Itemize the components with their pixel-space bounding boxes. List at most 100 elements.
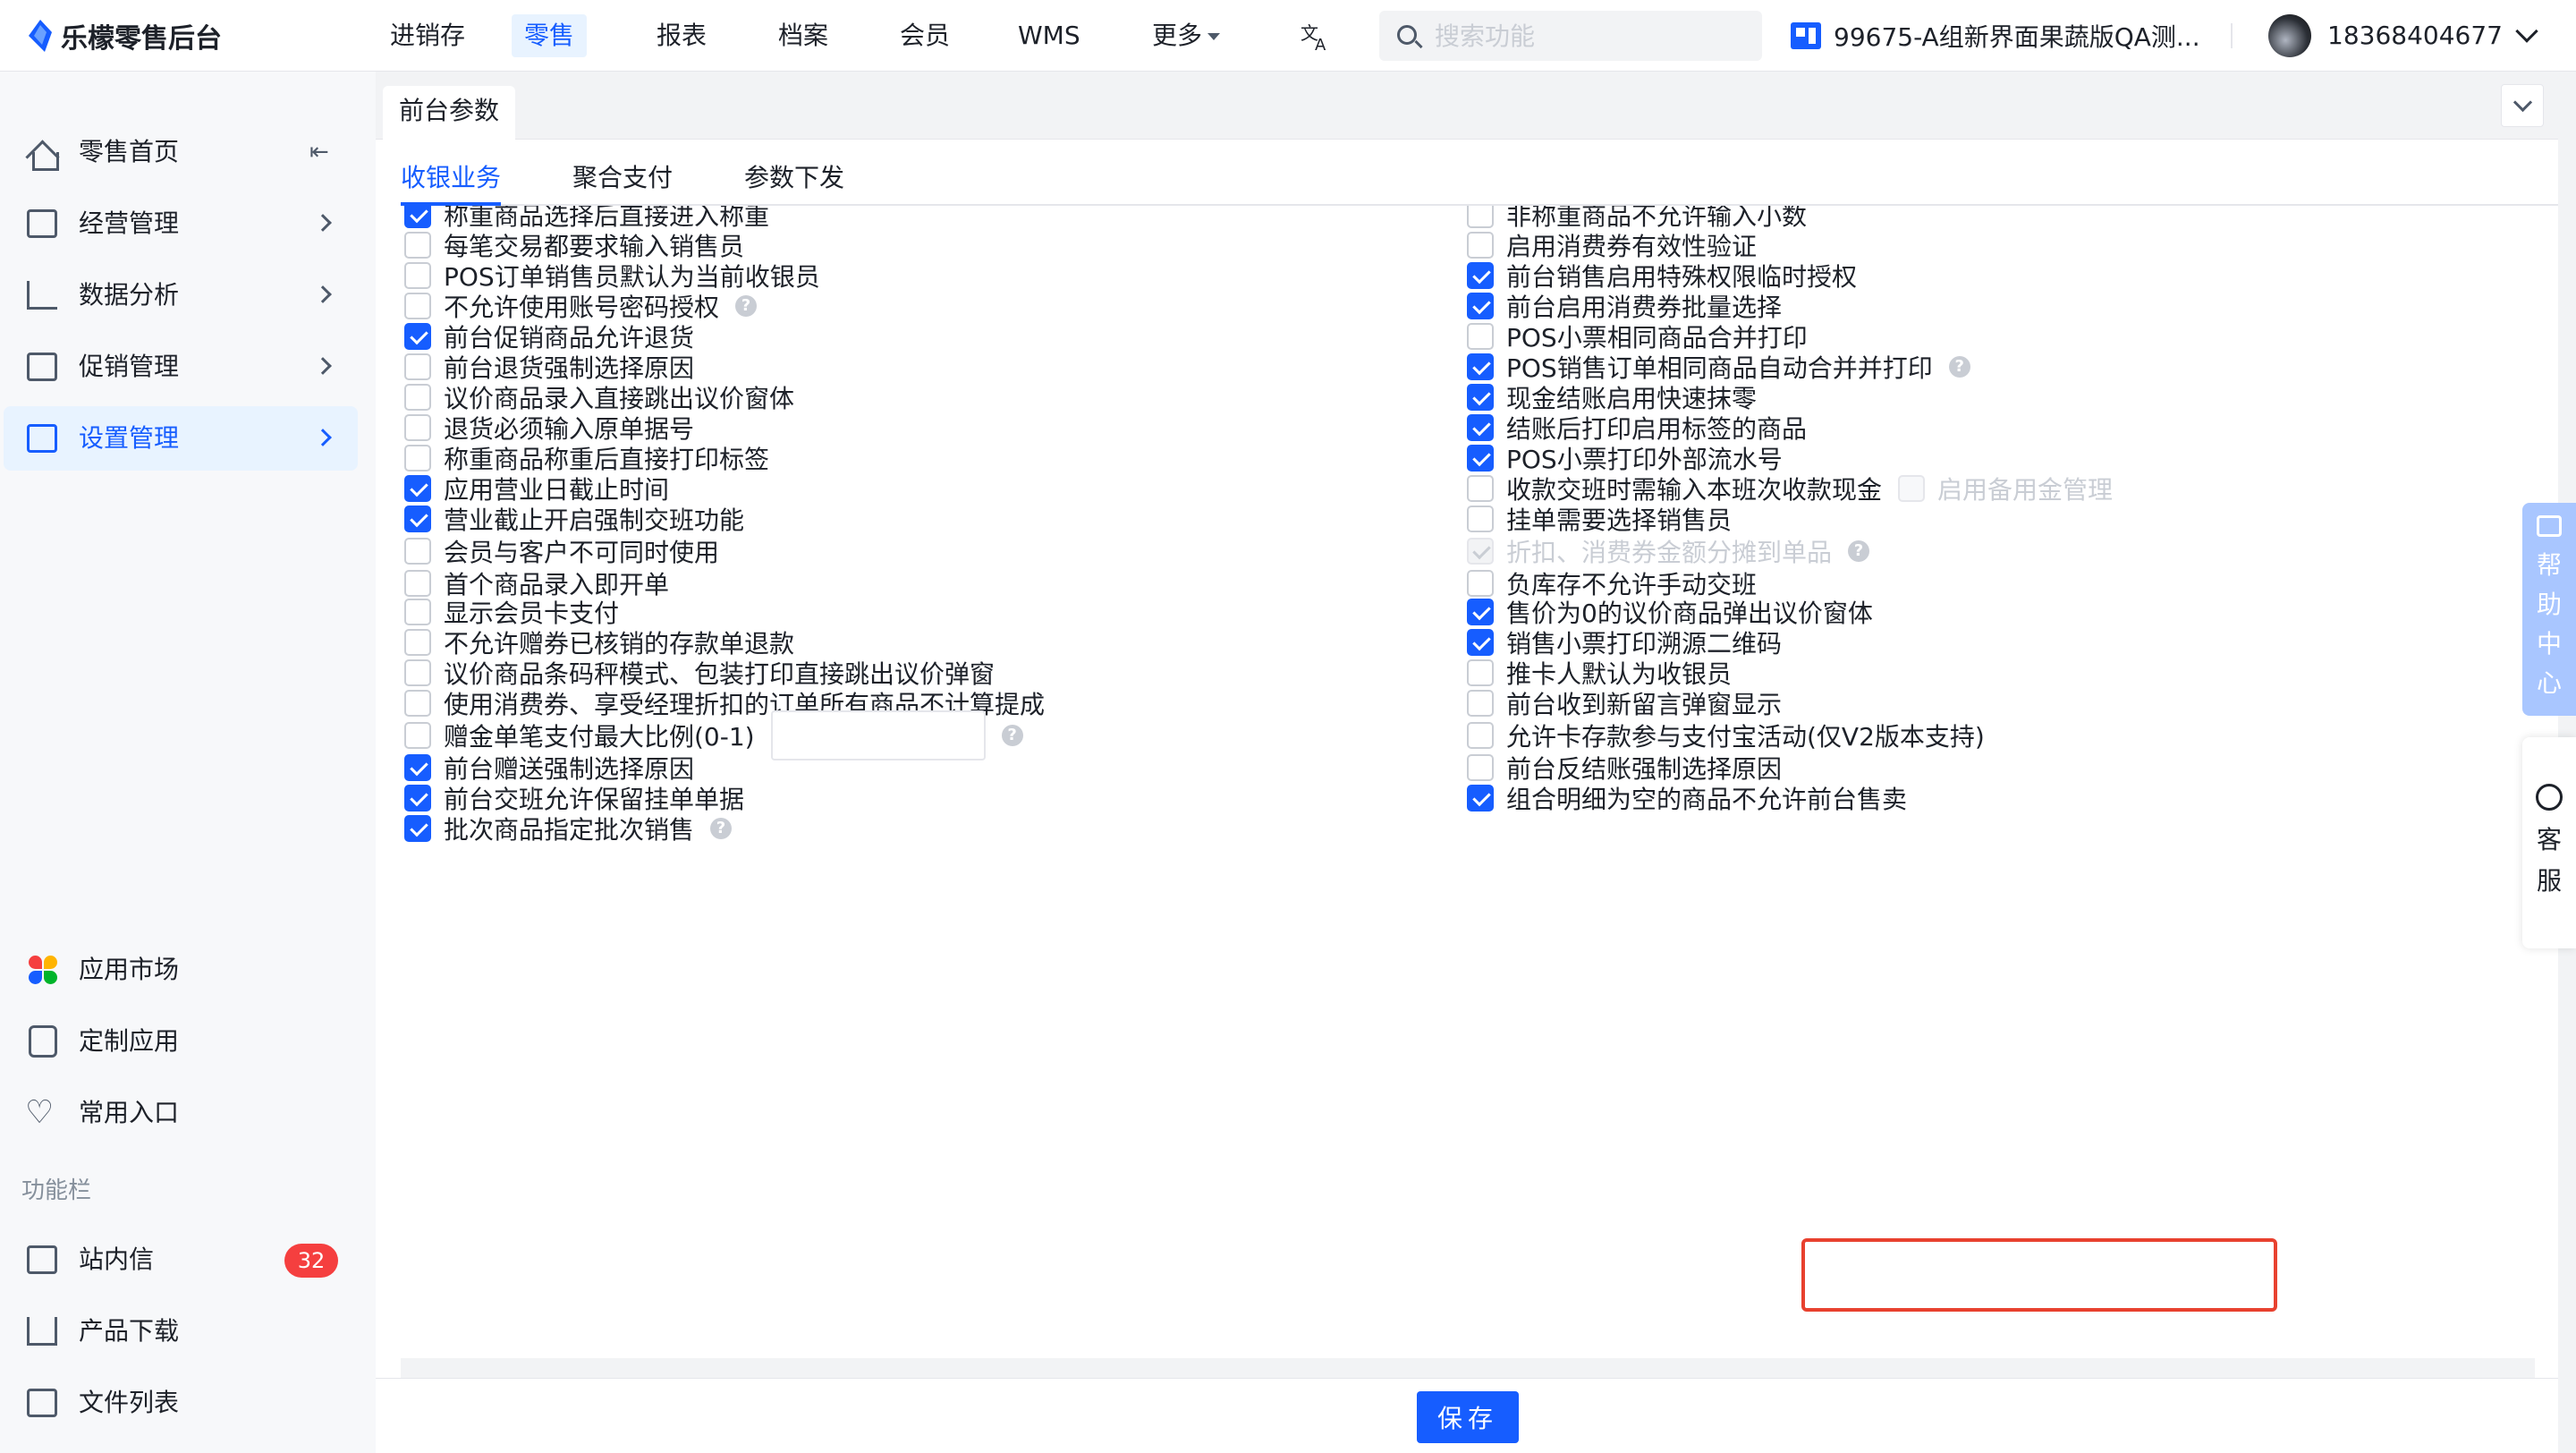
save-button[interactable]: 保存 [1417,1391,1519,1443]
sidebar-item-promotion[interactable]: 促销管理 [4,335,358,399]
nav-item-member[interactable]: 会员 [887,14,962,57]
option-row[interactable]: 批次商品指定批次销售? [404,811,733,846]
nav-item-retail[interactable]: 零售 [512,14,588,57]
option-row[interactable]: 赠金单笔支付最大比例(0-1)? [404,710,1023,760]
option-row[interactable]: 会员与客户不可同时使用 [404,533,719,569]
checkbox-checked[interactable] [1467,785,1494,811]
checkbox-unchecked[interactable] [404,659,431,686]
checkbox-unchecked[interactable] [1467,323,1494,350]
checkbox-checked[interactable] [404,506,431,532]
checkbox-checked[interactable] [1467,384,1494,411]
sidebar-item-operations[interactable]: 经营管理 [4,191,358,256]
checkbox-checked[interactable] [404,323,431,350]
checkbox-unchecked[interactable] [404,570,431,597]
checkbox-unchecked[interactable] [404,262,431,289]
checkbox-checked[interactable] [1467,353,1494,380]
checkbox-unchecked[interactable] [404,414,431,441]
help-center-button[interactable]: 帮助中心 [2522,503,2576,716]
collapse-sidebar-icon[interactable]: ⇤ [309,140,336,164]
checkbox-checked[interactable] [1467,293,1494,319]
page-tab-frontend-params[interactable]: 前台参数 [383,86,516,140]
help-icon[interactable]: ? [735,295,758,317]
option-row[interactable]: 折扣、消费券金额分摊到单品? [1467,533,1870,569]
sidebar-item-downloads[interactable]: 产品下载 [4,1299,358,1364]
option-row[interactable]: 组合明细为空的商品不允许前台售卖 [1467,780,1907,816]
logo-text: 乐檬零售后台 [61,23,222,55]
help-icon[interactable]: ? [710,818,733,839]
option-extra[interactable]: 启用备用金管理 [1898,471,2113,506]
user-phone[interactable]: 18368404677 [2327,18,2503,54]
chevron-right-icon [314,357,332,375]
sidebar-item-analytics[interactable]: 数据分析 [4,263,358,327]
chevron-down-icon[interactable] [2515,20,2538,43]
checkbox-unchecked[interactable] [404,384,431,411]
nav-item-more[interactable]: 更多 [1140,14,1233,57]
tab-param-dispatch[interactable]: 参数下发 [744,157,844,206]
avatar[interactable] [2268,14,2311,57]
checkbox-checked[interactable] [1467,262,1494,289]
checkbox-checked[interactable] [1467,629,1494,656]
sidebar-item-messages[interactable]: 站内信 32 [4,1228,358,1292]
store-selector[interactable]: 99675-A组新界面果蔬版QA测... [1791,18,2200,54]
checkbox-checked[interactable] [404,206,431,228]
checkbox-checked[interactable] [1467,445,1494,472]
nav-item-archive[interactable]: 档案 [766,14,841,57]
home-icon [27,136,59,171]
nav-item-reports[interactable]: 报表 [644,14,719,57]
tab-dropdown-icon[interactable] [2501,84,2544,127]
checkbox-unchecked[interactable] [1467,232,1494,259]
sidebar-item-app-market[interactable]: 应用市场 [4,938,358,1002]
checkbox-unchecked[interactable] [1467,690,1494,717]
help-icon[interactable]: ? [1948,356,1970,378]
tab-aggregate-payment[interactable]: 聚合支付 [572,157,673,206]
checkbox-unchecked[interactable] [1467,570,1494,597]
checkbox-unchecked[interactable] [1467,659,1494,686]
sub-tabs: 收银业务 聚合支付 参数下发 [401,157,2558,206]
option-row[interactable]: 营业截止开启强制交班功能 [404,501,744,537]
sidebar-item-files[interactable]: 文件列表 [4,1371,358,1435]
checkbox-unchecked[interactable] [404,353,431,380]
sidebar-item-favorites[interactable]: ♡ 常用入口 [4,1081,358,1145]
option-row[interactable]: 允许卡存款参与支付宝活动(仅V2版本支持) [1467,718,1985,753]
checkbox-unchecked[interactable] [404,690,431,717]
nav-item-wms[interactable]: WMS [1005,14,1093,57]
checkbox-unchecked[interactable] [1467,506,1494,532]
search-input[interactable] [1435,18,1748,54]
checkbox-unchecked[interactable] [404,722,431,749]
option-row[interactable]: 前台收到新留言弹窗显示 [1467,685,1782,721]
translate-icon[interactable]: 文A [1299,18,1335,55]
checkbox-unchecked[interactable] [1467,206,1494,228]
checkbox-checked[interactable] [404,754,431,781]
checkbox-unchecked[interactable] [404,232,431,259]
app-logo[interactable]: 乐檬零售后台 [27,18,222,55]
checkbox-checked[interactable] [404,475,431,502]
checkbox-checked[interactable] [404,815,431,842]
checkbox-unchecked[interactable] [1467,475,1494,502]
checkbox-unchecked[interactable] [1467,722,1494,749]
checkbox-unchecked[interactable] [404,293,431,319]
sidebar-item-label: 零售首页 [79,137,180,166]
checkbox-unchecked[interactable] [404,599,431,625]
sidebar-item-retail-home[interactable]: 零售首页 ⇤ [4,120,358,184]
help-icon[interactable]: ? [1848,540,1870,562]
sidebar-item-settings[interactable]: 设置管理 [4,406,358,471]
checkbox-unchecked[interactable] [1467,754,1494,781]
checkbox-unchecked[interactable] [404,538,431,565]
sidebar-item-custom-apps[interactable]: 定制应用 [4,1009,358,1074]
checkbox-checked[interactable] [1467,414,1494,441]
checkbox-unchecked[interactable] [1898,475,1926,502]
checkbox-checked[interactable] [404,785,431,811]
help-center-char: 帮 [2536,550,2562,580]
option-label: 启用备用金管理 [1937,475,2114,505]
monitor-chart-icon [27,209,57,238]
checkbox-unchecked[interactable] [404,629,431,656]
checkbox-checked[interactable] [1467,599,1494,625]
checkbox-unchecked[interactable] [404,445,431,472]
max-ratio-input[interactable] [770,710,986,760]
tab-cashier-business[interactable]: 收银业务 [401,157,502,206]
help-icon[interactable]: ? [1001,725,1023,746]
nav-item-inventory[interactable]: 进销存 [377,14,478,57]
logo-icon [27,20,54,52]
customer-service-button[interactable]: 客服 [2522,737,2576,948]
option-row[interactable]: 挂单需要选择销售员 [1467,501,1732,537]
